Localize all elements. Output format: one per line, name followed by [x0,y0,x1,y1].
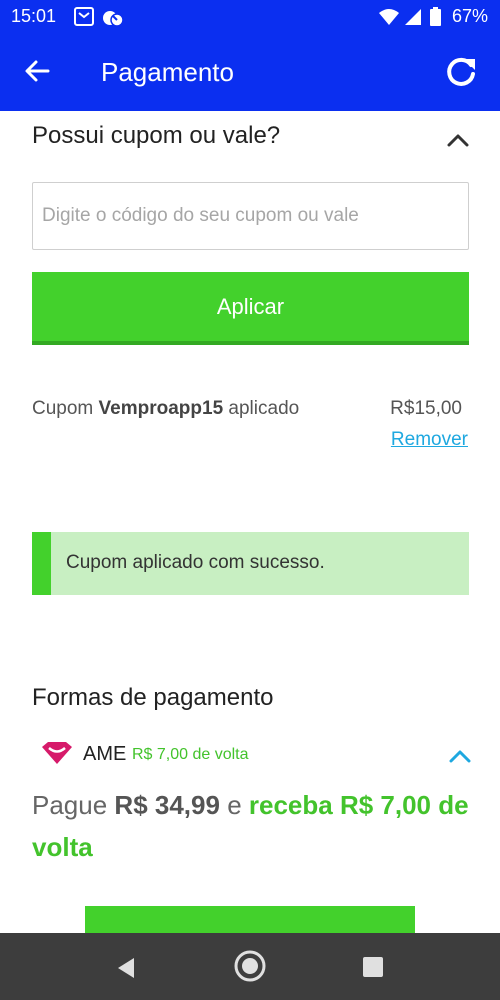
battery-icon [430,7,441,31]
battery-percent: 67% [451,6,488,26]
nav-recent-apps-icon[interactable] [362,956,384,983]
sync-icon [102,7,124,32]
payment-connector: e [227,790,242,820]
payment-summary: Pague R$ 34,99 e receba R$ 7,00 de volta [32,784,472,868]
system-nav-bar [0,933,500,1000]
payment-amount: R$ 34,99 [114,790,220,820]
payment-method-ame[interactable]: AME R$ 7,00 de volta [40,738,472,770]
applied-coupon-code: Vemproapp15 [98,398,224,419]
confirm-payment-button[interactable] [85,906,415,936]
payment-section-title: Formas de pagamento [32,684,274,711]
success-alert: Cupom aplicado com sucesso. [32,532,469,595]
success-alert-message: Cupom aplicado com sucesso. [66,552,325,573]
status-time: 15:01 [11,6,57,26]
notification-icon [74,7,94,31]
apply-button[interactable]: Aplicar [32,272,469,345]
remove-coupon-link[interactable]: Remover [391,429,468,451]
applied-coupon-text: Cupom Vemproapp15 aplicado [32,398,299,420]
nav-back-icon[interactable] [116,957,136,984]
chevron-up-icon[interactable] [448,748,472,769]
signal-icon [404,8,422,31]
ame-logo-icon [40,741,74,770]
applied-coupon-value: R$15,00 [390,398,462,419]
payment-prefix: Pague [32,790,108,820]
wifi-icon [378,8,400,31]
payment-method-name: AME [83,743,127,765]
status-bar: 15:01 67% [0,0,500,33]
coupon-section-title: Possui cupom ou vale? [32,122,281,149]
nav-home-icon[interactable] [233,949,267,988]
app-bar: Pagamento [0,33,500,111]
page-title: Pagamento [101,57,234,87]
chevron-up-icon[interactable] [446,132,470,153]
payment-cashback-label: R$ 7,00 de volta [132,746,249,763]
applied-prefix: Cupom [32,398,94,419]
arrow-back-icon[interactable] [24,59,50,88]
applied-suffix: aplicado [228,398,300,419]
refresh-icon[interactable] [444,55,478,94]
success-alert-bar [32,532,51,595]
coupon-input[interactable] [32,182,469,250]
